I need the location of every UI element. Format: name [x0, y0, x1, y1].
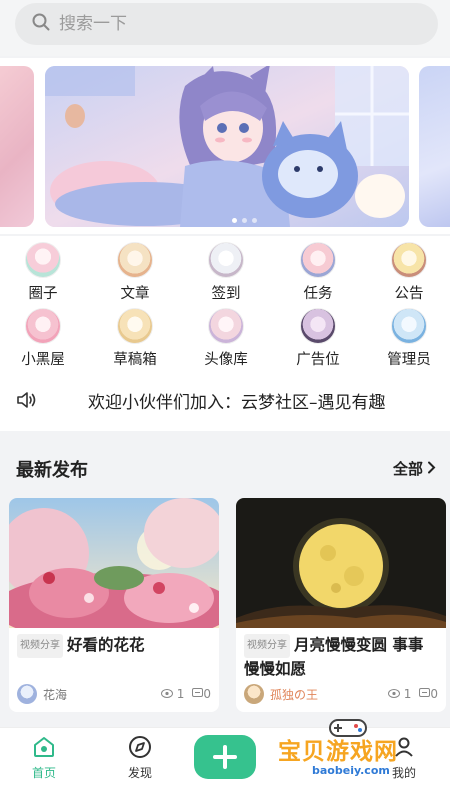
- nav-home[interactable]: 首页: [14, 734, 74, 781]
- grid-item-label: 任务: [303, 286, 333, 302]
- grid-item-label: 签到: [211, 286, 241, 302]
- post-tag: 视频分享: [17, 634, 63, 658]
- comments-value: 0: [430, 687, 438, 701]
- add-post-button[interactable]: [194, 735, 256, 779]
- latest-section: 最新发布 全部 视频分享 好看的花花 花海 1 0 视频分享 月亮慢慢变圆 事事…: [0, 438, 450, 728]
- views-count: 1: [160, 687, 185, 701]
- view-all-link[interactable]: 全部: [393, 458, 436, 479]
- admin-avatar-icon: [391, 308, 427, 344]
- checkin-avatar-icon: [208, 242, 244, 278]
- views-value: 1: [403, 687, 412, 701]
- watermark-url: baobeiy.com: [312, 764, 390, 777]
- banner-illustration: [45, 66, 409, 227]
- carousel-dot: [242, 218, 247, 223]
- banner-slide-prev[interactable]: [0, 66, 34, 227]
- post-title-text: 好看的花花: [67, 636, 145, 654]
- announcement-avatar-icon: [391, 242, 427, 278]
- grid-item-label: 广告位: [296, 352, 340, 368]
- grid-item-drafts[interactable]: 草稿箱: [95, 308, 175, 374]
- carousel-indicator: [232, 218, 257, 223]
- task-avatar-icon: [300, 242, 336, 278]
- post-stats: 1 0: [387, 687, 438, 701]
- grid-item-label: 文章: [120, 286, 150, 302]
- banner-slide-main[interactable]: [45, 66, 409, 227]
- grid-item-checkin[interactable]: 签到: [186, 242, 266, 308]
- grid-item-admin[interactable]: 管理员: [369, 308, 449, 374]
- grid-item-article[interactable]: 文章: [95, 242, 175, 308]
- carousel-dot: [252, 218, 257, 223]
- post-meta: 花海 1 0: [17, 684, 211, 704]
- blackroom-avatar-icon: [25, 308, 61, 344]
- view-all-label: 全部: [392, 460, 423, 478]
- watermark: 宝贝游戏网 baobeiy.com: [270, 712, 440, 782]
- article-avatar-icon: [117, 242, 153, 278]
- grid-item-ads[interactable]: 广告位: [278, 308, 358, 374]
- post-tag: 视频分享: [244, 634, 290, 658]
- top-bar: [0, 0, 450, 56]
- search-input[interactable]: [59, 14, 399, 34]
- views-value: 1: [176, 687, 185, 701]
- comments-value: 0: [203, 687, 211, 701]
- nav-discover[interactable]: 发现: [110, 734, 170, 781]
- grid-item-task[interactable]: 任务: [278, 242, 358, 308]
- post-card[interactable]: 视频分享 月亮慢慢变圆 事事慢慢如愿 孤独の王 1 0: [236, 498, 446, 712]
- post-title: 视频分享 好看的花花: [9, 628, 219, 658]
- avatar-library-avatar-icon: [208, 308, 244, 344]
- post-card[interactable]: 视频分享 好看的花花 花海 1 0: [9, 498, 219, 712]
- comment-icon: [192, 688, 204, 697]
- notice-bar[interactable]: 欢迎小伙伴们加入：云梦社区–遇见有趣: [0, 380, 450, 420]
- grid-item-avatar-library[interactable]: 头像库: [186, 308, 266, 374]
- banner-carousel[interactable]: [0, 58, 450, 234]
- chevron-right-icon: [427, 460, 436, 478]
- comment-icon: [419, 688, 431, 697]
- post-image: [236, 498, 446, 628]
- author-avatar[interactable]: [17, 684, 37, 704]
- notice-text: 欢迎小伙伴们加入：云梦社区–遇见有趣: [88, 393, 386, 413]
- grid-item-label: 头像库: [204, 352, 248, 368]
- ads-avatar-icon: [300, 308, 336, 344]
- circle-avatar-icon: [25, 242, 61, 278]
- home-icon: [31, 734, 57, 760]
- eye-icon: [387, 689, 400, 698]
- nav-discover-label: 发现: [127, 766, 152, 780]
- search-bar[interactable]: [15, 3, 438, 45]
- grid-item-circle[interactable]: 圈子: [3, 242, 83, 308]
- post-title: 视频分享 月亮慢慢变圆 事事慢慢如愿: [236, 628, 446, 680]
- carousel-dot: [232, 218, 237, 223]
- author-avatar[interactable]: [244, 684, 264, 704]
- grid-item-announcement[interactable]: 公告: [369, 242, 449, 308]
- latest-header: 最新发布 全部: [0, 438, 450, 494]
- grid-item-label: 草稿箱: [113, 352, 157, 368]
- drafts-avatar-icon: [117, 308, 153, 344]
- nav-home-label: 首页: [31, 766, 56, 780]
- grid-item-label: 圈子: [28, 286, 58, 302]
- comments-count: 0: [192, 687, 211, 701]
- author-name[interactable]: 花海: [43, 686, 67, 703]
- compass-icon: [127, 734, 153, 760]
- post-image: [9, 498, 219, 643]
- views-count: 1: [387, 687, 412, 701]
- banner-slide-next[interactable]: [419, 66, 450, 227]
- comments-count: 0: [419, 687, 438, 701]
- search-icon: [31, 12, 51, 36]
- eye-icon: [160, 689, 173, 698]
- post-stats: 1 0: [160, 687, 211, 701]
- grid-item-label: 小黑屋: [21, 352, 65, 368]
- grid-item-label: 公告: [394, 286, 424, 302]
- grid-item-blackroom[interactable]: 小黑屋: [3, 308, 83, 374]
- author-name[interactable]: 孤独の王: [270, 686, 318, 703]
- post-meta: 孤独の王 1 0: [244, 684, 438, 704]
- watermark-text: 宝贝游戏网: [278, 739, 398, 765]
- grid-item-label: 管理员: [387, 352, 431, 368]
- section-title: 最新发布: [16, 460, 88, 481]
